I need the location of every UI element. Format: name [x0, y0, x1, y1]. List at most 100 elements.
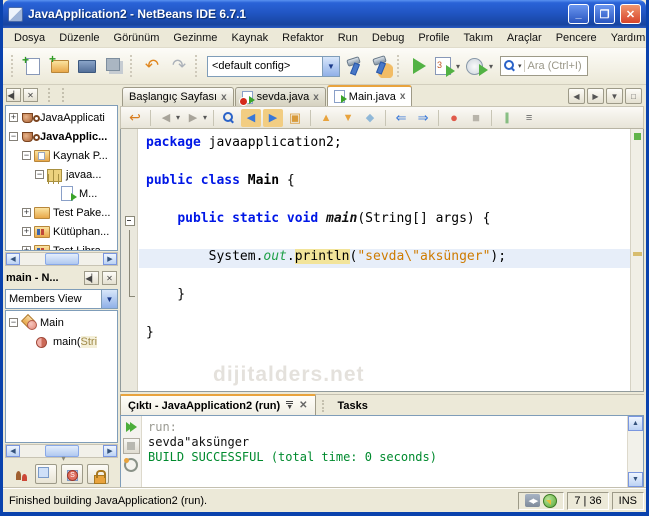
- toggle-bookmark-icon[interactable]: ◆: [360, 109, 380, 127]
- dropdown-caret-icon[interactable]: ▾: [203, 113, 207, 122]
- dropdown-caret-icon[interactable]: ▾: [456, 62, 460, 71]
- tree-expander-icon[interactable]: +: [22, 227, 31, 236]
- next-bookmark-icon[interactable]: ▼: [338, 109, 358, 127]
- shift-left-icon[interactable]: ⇐: [391, 109, 411, 127]
- tab-list-dropdown-icon[interactable]: ▼: [606, 88, 623, 104]
- toolbar-grip[interactable]: [397, 55, 403, 77]
- jump-last-edit-icon[interactable]: ↩: [125, 109, 145, 127]
- tab-sevda-java[interactable]: sevda.java x: [234, 87, 326, 106]
- scroll-tabs-left-icon[interactable]: ◀: [568, 88, 585, 104]
- uncomment-icon[interactable]: ≡: [519, 109, 539, 127]
- close-panel-icon[interactable]: ✕: [23, 88, 38, 102]
- scroll-left-icon[interactable]: ◀: [6, 253, 20, 265]
- tab-baslangic-sayfasi[interactable]: Başlangıç Sayfası x: [122, 87, 234, 106]
- quick-search-input[interactable]: ▾ Ara (Ctrl+I): [500, 56, 589, 76]
- menu-item-tak-m[interactable]: Takım: [457, 30, 500, 46]
- menu-item-d-zenle[interactable]: Düzenle: [52, 30, 106, 46]
- navigator-item-main[interactable]: − Main: [6, 313, 117, 332]
- project-item-javaapplic[interactable]: − JavaApplic...: [6, 127, 117, 146]
- minimize-panel-icon[interactable]: ◀▏: [6, 88, 21, 102]
- output-settings-icon[interactable]: [123, 457, 140, 473]
- navigator-item-main[interactable]: main(Stri: [6, 332, 117, 351]
- dropdown-caret-icon[interactable]: ▾: [489, 62, 493, 71]
- project-item-javaa[interactable]: − javaa...: [6, 165, 117, 184]
- new-project-icon[interactable]: [48, 52, 72, 78]
- config-select[interactable]: <default config> ▼: [207, 55, 340, 77]
- toolbar-grip[interactable]: [11, 55, 17, 77]
- menu-item-dosya[interactable]: Dosya: [7, 30, 52, 46]
- chevron-down-icon[interactable]: ▼: [322, 56, 339, 76]
- tree-expander-icon[interactable]: +: [22, 246, 31, 250]
- maximize-editor-icon[interactable]: □: [625, 88, 642, 104]
- output-close-icon[interactable]: ✕: [299, 400, 307, 411]
- project-item-javaapplicati[interactable]: + JavaApplicati: [6, 108, 117, 127]
- output-vertical-scrollbar[interactable]: ▲ ▼: [627, 416, 643, 487]
- close-button[interactable]: ✕: [620, 4, 641, 24]
- dropdown-caret-icon[interactable]: ▾: [176, 113, 180, 122]
- chevron-down-icon[interactable]: ▼: [101, 290, 117, 308]
- toggle-highlight-icon[interactable]: ▣: [285, 109, 305, 127]
- build-icon[interactable]: [342, 54, 366, 78]
- tree-expander-icon[interactable]: −: [9, 132, 18, 141]
- toolbar-grip[interactable]: [195, 55, 201, 77]
- rerun-icon[interactable]: [123, 419, 140, 435]
- profile-icon[interactable]: [464, 54, 489, 78]
- tab-tasks[interactable]: Tasks: [331, 396, 375, 415]
- update-center-icon[interactable]: [543, 493, 558, 508]
- tree-expander-icon[interactable]: −: [9, 318, 18, 327]
- find-next-icon[interactable]: ▶: [263, 108, 284, 127]
- menu-item-pencere[interactable]: Pencere: [549, 30, 604, 46]
- menu-item-gezinme[interactable]: Gezinme: [166, 30, 224, 46]
- run-icon[interactable]: [407, 54, 431, 78]
- find-selection-icon[interactable]: [219, 109, 239, 127]
- scroll-right-icon[interactable]: ▶: [103, 253, 117, 265]
- project-item-test-pake[interactable]: + Test Pake...: [6, 203, 117, 222]
- panel-grip[interactable]: [48, 88, 52, 102]
- show-fields-filter-button[interactable]: [35, 464, 57, 484]
- navigator-tree[interactable]: − Main main(Stri: [5, 310, 118, 443]
- comment-icon[interactable]: ∥: [497, 109, 517, 127]
- project-item-kaynak-p[interactable]: − Kaynak P...: [6, 146, 117, 165]
- clean-build-icon[interactable]: [369, 54, 393, 78]
- minimize-button[interactable]: _: [568, 4, 589, 24]
- tree-expander-icon[interactable]: +: [9, 113, 18, 122]
- output-lines[interactable]: run: sevda"aksünger BUILD SUCCESSFUL (tota…: [142, 416, 627, 487]
- tab-main-java[interactable]: Main.java x: [326, 85, 413, 106]
- scroll-left-icon[interactable]: ◀: [6, 445, 20, 457]
- maximize-button[interactable]: ❐: [594, 4, 615, 24]
- minimize-panel-icon[interactable]: ◀▏: [84, 271, 99, 285]
- output-filter-dropdown-icon[interactable]: ▼: [286, 401, 294, 411]
- prev-bookmark-icon[interactable]: ▲: [316, 109, 336, 127]
- tab-close-icon[interactable]: x: [221, 92, 227, 103]
- shift-right-icon[interactable]: ⇒: [413, 109, 433, 127]
- tab-close-icon[interactable]: x: [313, 92, 319, 103]
- error-stripe[interactable]: [630, 129, 643, 391]
- show-properties-filter-button[interactable]: [87, 464, 109, 484]
- find-prev-icon[interactable]: ◀: [241, 108, 262, 127]
- project-item-test-libra[interactable]: + Test Libra...: [6, 241, 117, 250]
- redo-icon[interactable]: ↷: [167, 54, 191, 78]
- panel-grip[interactable]: [321, 400, 325, 412]
- menu-item-profile[interactable]: Profile: [411, 30, 456, 46]
- menu-item-ara-lar[interactable]: Araçlar: [500, 30, 549, 46]
- record-macro-icon[interactable]: ●: [444, 109, 464, 127]
- open-project-icon[interactable]: [75, 54, 99, 78]
- panel-grip[interactable]: [62, 88, 66, 102]
- scroll-down-icon[interactable]: ▼: [628, 472, 643, 487]
- debug-icon[interactable]: [431, 54, 455, 78]
- projects-tree[interactable]: + JavaApplicati − JavaApplic... − Kaynak P...…: [5, 105, 118, 251]
- scroll-right-icon[interactable]: ▶: [103, 445, 117, 457]
- close-panel-icon[interactable]: ✕: [102, 271, 117, 285]
- menu-item-g-r-n-m[interactable]: Görünüm: [107, 30, 167, 46]
- scroll-up-icon[interactable]: ▲: [628, 416, 643, 431]
- menu-item-refaktor[interactable]: Refaktor: [275, 30, 331, 46]
- toolbar-grip[interactable]: [130, 55, 136, 77]
- menu-item-yard-m[interactable]: Yardım: [604, 30, 649, 46]
- tree-expander-icon[interactable]: −: [35, 170, 44, 179]
- show-static-filter-button[interactable]: [61, 464, 83, 484]
- fold-start-icon[interactable]: [121, 211, 139, 230]
- search-caret-icon[interactable]: ▾: [518, 62, 522, 70]
- menu-item-debug[interactable]: Debug: [365, 30, 411, 46]
- scrollbar-thumb[interactable]: [44, 253, 79, 265]
- menu-item-run[interactable]: Run: [331, 30, 365, 46]
